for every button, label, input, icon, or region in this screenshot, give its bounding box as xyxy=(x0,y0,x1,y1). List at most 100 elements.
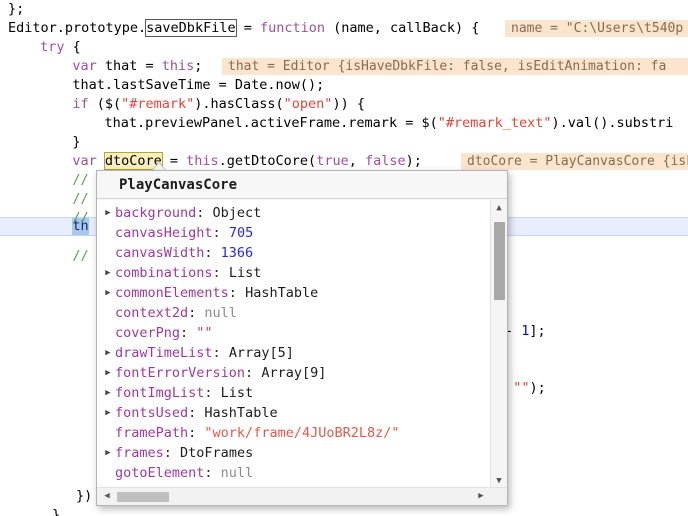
property-name: canvasWidth xyxy=(115,245,205,261)
code-token: if xyxy=(72,96,89,112)
property-name: fontErrorVersion xyxy=(115,365,246,381)
property-value: HashTable xyxy=(245,285,319,301)
property-separator: : xyxy=(188,425,205,441)
property-row[interactable]: ▶ combinations: List xyxy=(97,263,487,283)
code-token: "open" xyxy=(283,96,333,112)
expand-spacer: ▶ xyxy=(101,303,115,323)
code-token: { xyxy=(64,39,81,55)
property-value: 705 xyxy=(228,225,254,241)
property-separator: : xyxy=(212,225,229,241)
property-value: Array[5] xyxy=(228,345,294,361)
code-token: ); xyxy=(405,153,422,169)
code-token: that.lastSaveTime = Date.now(); xyxy=(72,77,325,93)
popup-title: PlayCanvasCore xyxy=(97,171,507,199)
code-token: ]; xyxy=(529,323,546,339)
property-row[interactable]: ▶ fontImgList: List xyxy=(97,383,487,403)
property-value: "" xyxy=(196,325,213,341)
code-line[interactable]: }; xyxy=(0,0,688,19)
expand-triangle-icon[interactable]: ▶ xyxy=(101,363,115,383)
code-token: )) { xyxy=(332,96,365,112)
code-token: try xyxy=(40,39,65,55)
code-token: // xyxy=(72,191,89,207)
scroll-right-arrow-icon[interactable]: ▶ xyxy=(473,488,489,505)
code-token: that.previewPanel.activeFrame.remark = $… xyxy=(104,115,438,131)
scroll-left-arrow-icon[interactable]: ◀ xyxy=(99,488,115,505)
popup-vertical-scrollbar[interactable]: ▲ ▼ xyxy=(490,200,507,489)
expand-triangle-icon[interactable]: ▶ xyxy=(101,403,115,423)
code-line[interactable]: try { xyxy=(0,38,688,57)
property-separator: : xyxy=(245,365,262,381)
scroll-up-arrow-icon[interactable]: ▲ xyxy=(491,200,507,216)
property-separator: : xyxy=(196,205,213,221)
inline-value-hint[interactable]: that = Editor {isHaveDbkFile: false, isE… xyxy=(222,58,688,75)
property-row[interactable]: ▶ background: Object xyxy=(97,203,487,223)
property-row[interactable]: ▶context2d: null xyxy=(97,303,487,323)
property-row[interactable]: ▶ drawTimeList: Array[5] xyxy=(97,343,487,363)
code-line[interactable]: that.lastSaveTime = Date.now(); xyxy=(0,76,688,95)
code-token: "#remark_text" xyxy=(437,115,552,131)
property-value: HashTable xyxy=(204,405,278,421)
code-token: ($( xyxy=(88,96,122,112)
code-line[interactable]: if ($("#remark").hasClass("open")) { xyxy=(0,95,688,114)
code-line[interactable]: that.previewPanel.activeFrame.remark = $… xyxy=(0,114,688,133)
expand-spacer: ▶ xyxy=(101,323,115,343)
property-name: context2d xyxy=(115,305,189,321)
code-token: this xyxy=(161,58,195,74)
property-value: DtoFrames xyxy=(180,445,254,461)
code-token: ).val().substri xyxy=(551,115,674,131)
property-value: List xyxy=(220,385,254,401)
code-line-fragment[interactable]: }) xyxy=(76,487,92,506)
popup-property-list-viewport[interactable]: ▶background: Object▶canvasHeight: 705▶ca… xyxy=(97,200,507,489)
property-name: gotoElement xyxy=(115,465,205,481)
property-separator: : xyxy=(188,305,205,321)
property-separator: : xyxy=(180,325,197,341)
expand-triangle-icon[interactable]: ▶ xyxy=(101,383,115,403)
property-value: null xyxy=(204,305,237,321)
code-token: }; xyxy=(8,1,25,17)
expand-triangle-icon[interactable]: ▶ xyxy=(101,443,115,463)
inline-value-hint[interactable]: dtoCore = PlayCanvasCore {isF xyxy=(461,153,688,170)
property-name: background xyxy=(115,205,197,221)
expand-triangle-icon[interactable]: ▶ xyxy=(101,343,115,363)
code-token: this xyxy=(186,153,219,169)
code-token: "" xyxy=(513,380,530,396)
property-row[interactable]: ▶ fontErrorVersion: Array[9] xyxy=(97,363,487,383)
property-value: "work/frame/4JUoBR2L8z/" xyxy=(204,425,400,441)
popup-property-list: ▶background: Object▶canvasHeight: 705▶ca… xyxy=(97,200,487,483)
vertical-scrollbar-thumb[interactable] xyxy=(494,222,505,300)
property-row[interactable]: ▶ frames: DtoFrames xyxy=(97,443,487,463)
property-name: combinations xyxy=(115,265,213,281)
code-token: // xyxy=(72,248,89,264)
code-line[interactable]: } xyxy=(0,133,688,152)
code-line-fragment[interactable]: - 1]; xyxy=(505,322,546,341)
expand-triangle-icon[interactable]: ▶ xyxy=(101,263,115,283)
property-name: fontsUsed xyxy=(115,405,189,421)
code-token: that = xyxy=(96,58,162,74)
property-name: framePath xyxy=(115,425,189,441)
property-row[interactable]: ▶framePath: "work/frame/4JUoBR2L8z/" xyxy=(97,423,487,443)
inline-value-hint[interactable]: name = "C:\Users\t540p xyxy=(505,20,688,37)
value-inspector-popup[interactable]: PlayCanvasCore ▶background: Object▶canva… xyxy=(96,170,508,506)
horizontal-scrollbar-thumb[interactable] xyxy=(117,492,169,502)
expand-triangle-icon[interactable]: ▶ xyxy=(101,283,115,303)
expand-triangle-icon[interactable]: ▶ xyxy=(101,203,115,223)
property-name: fontImgList xyxy=(115,385,205,401)
code-token: .getDtoCore( xyxy=(218,153,317,169)
property-row[interactable]: ▶gotoElement: null xyxy=(97,463,487,483)
property-row[interactable]: ▶canvasHeight: 705 xyxy=(97,223,487,243)
property-value: List xyxy=(228,265,262,281)
expand-spacer: ▶ xyxy=(101,463,115,483)
code-token: "#remark" xyxy=(121,96,195,112)
expand-spacer: ▶ xyxy=(101,223,115,243)
property-separator: : xyxy=(163,445,181,461)
property-row[interactable]: ▶canvasWidth: 1366 xyxy=(97,243,487,263)
property-row[interactable]: ▶ commonElements: HashTable xyxy=(97,283,487,303)
popup-horizontal-scrollbar[interactable]: ◀ ▶ xyxy=(97,487,507,505)
expand-spacer: ▶ xyxy=(101,423,115,443)
code-token: var xyxy=(72,58,97,74)
code-line-fragment[interactable]: } xyxy=(52,506,60,516)
property-row[interactable]: ▶coverPng: "" xyxy=(97,323,487,343)
code-token: = xyxy=(235,20,260,36)
property-row[interactable]: ▶ fontsUsed: HashTable xyxy=(97,403,487,423)
property-value: 1366 xyxy=(220,245,254,261)
